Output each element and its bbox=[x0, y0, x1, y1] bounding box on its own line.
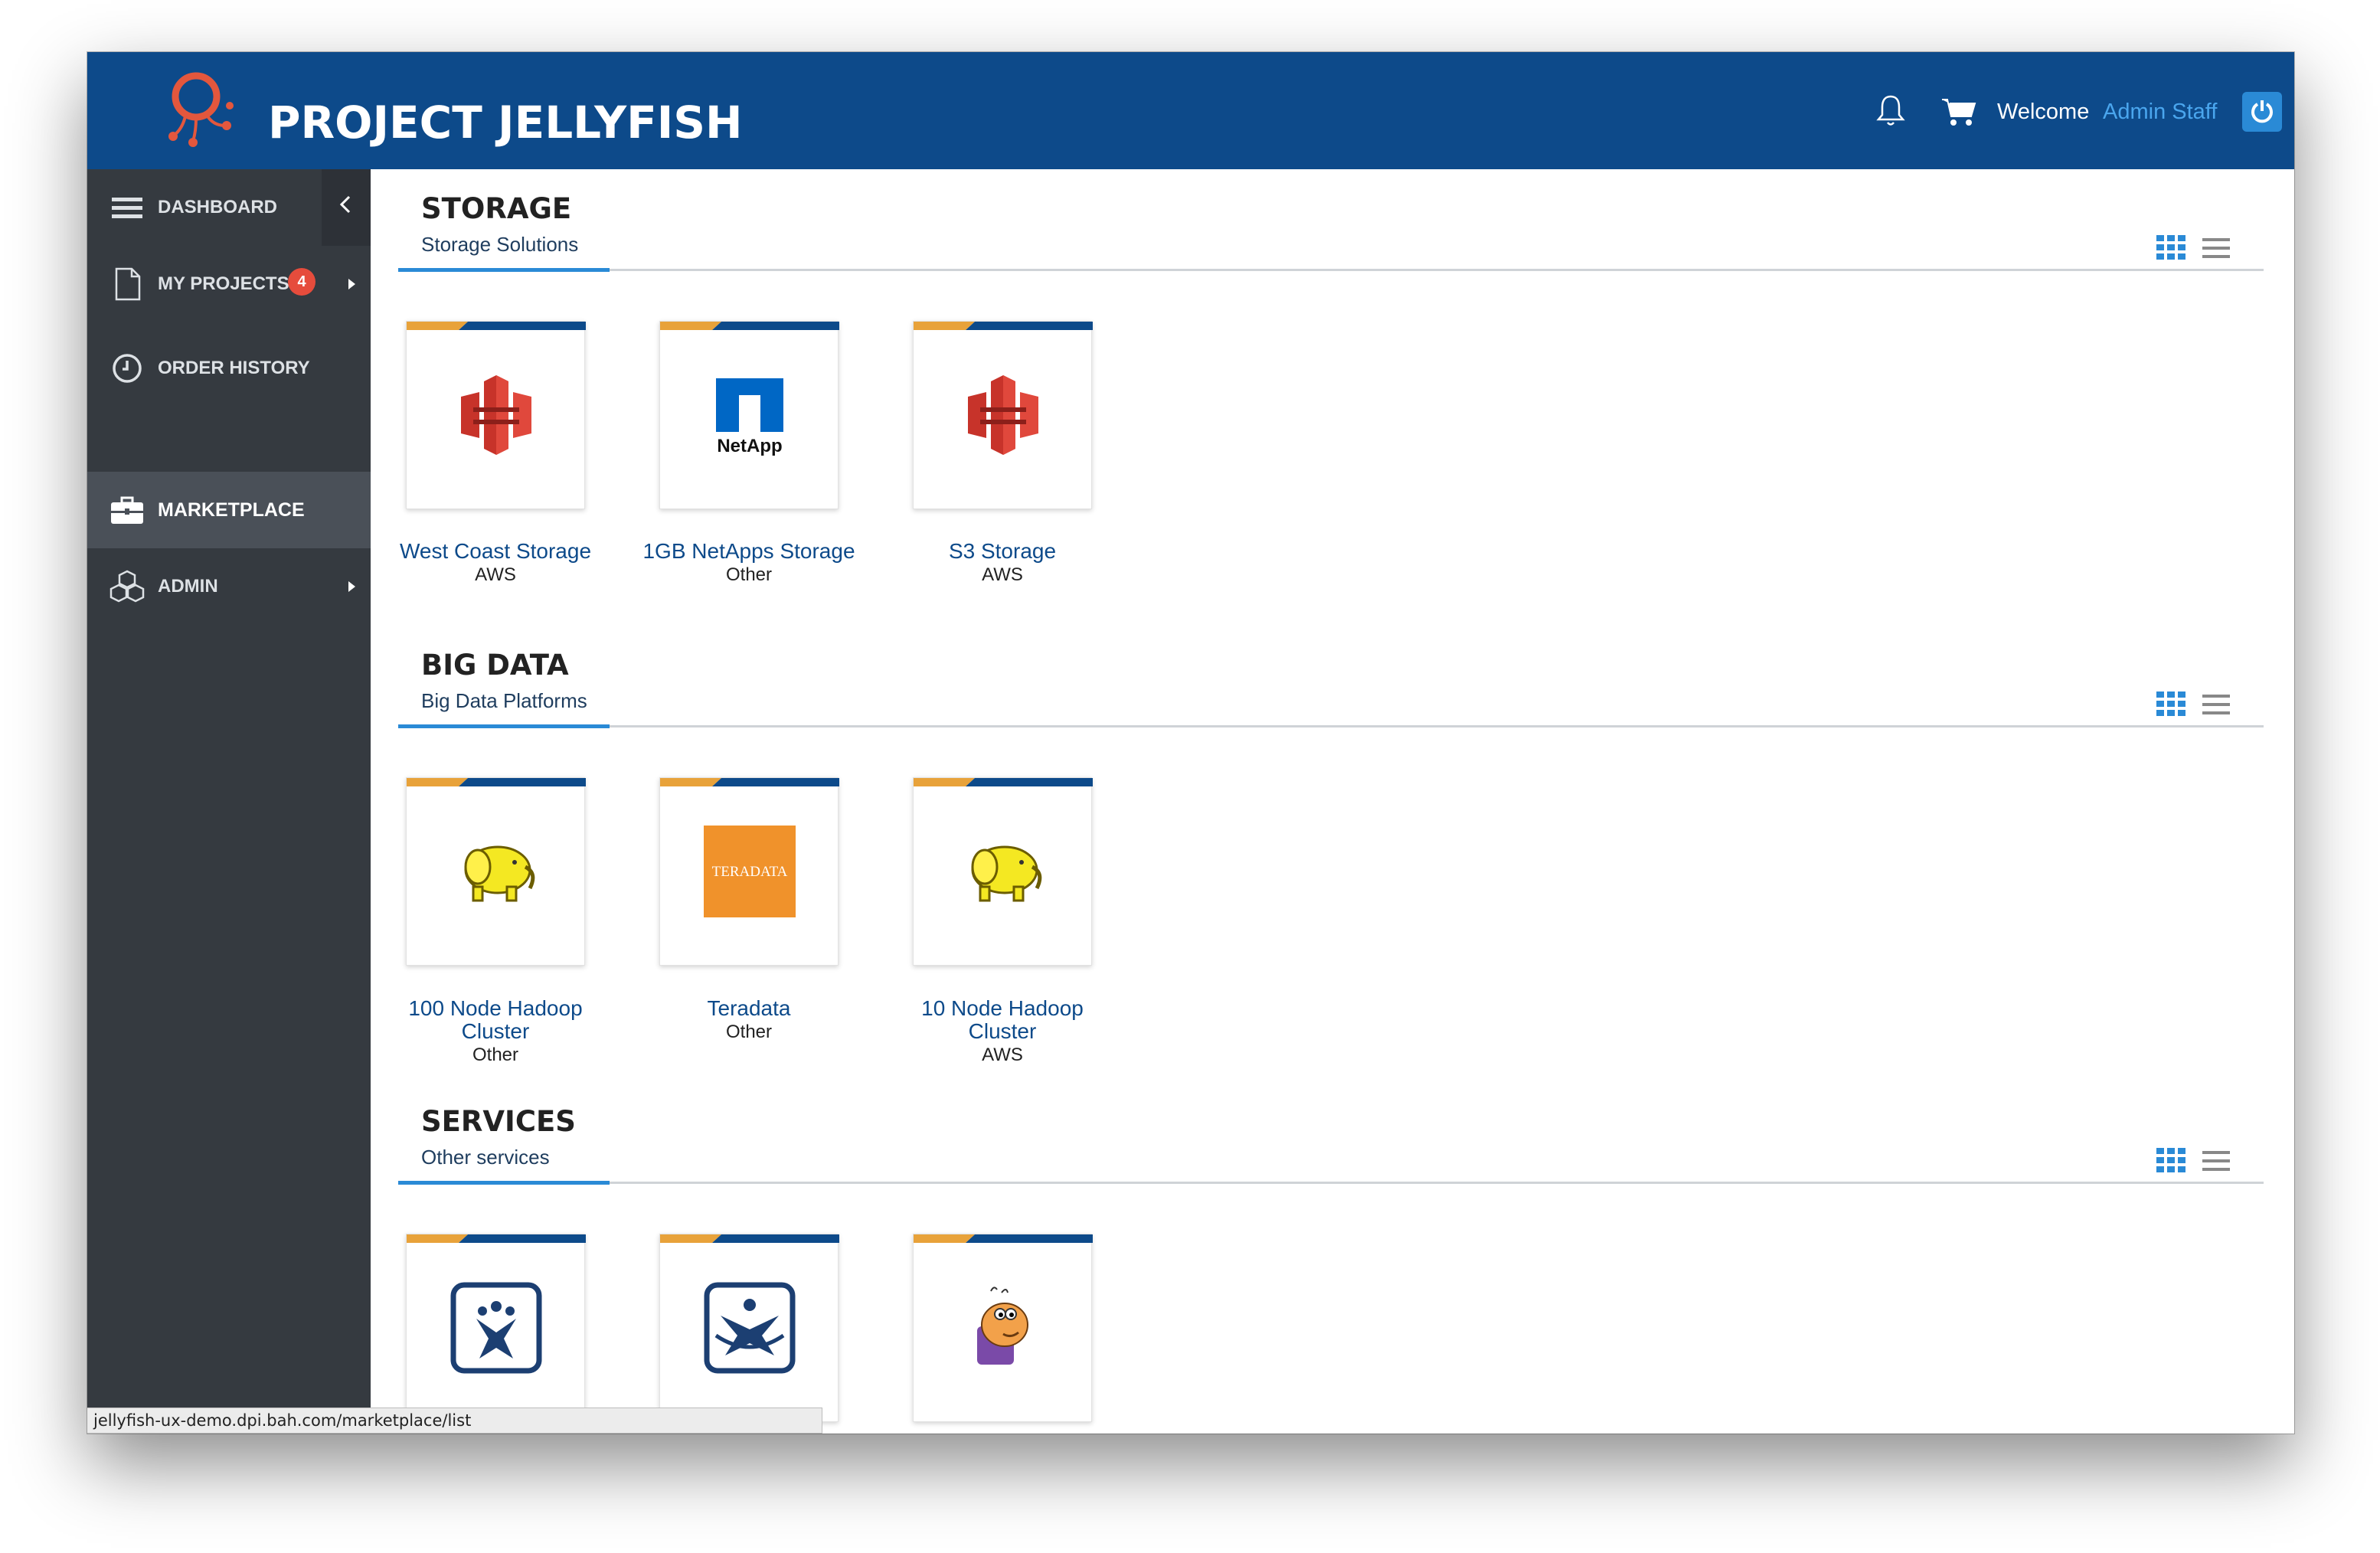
section-divider-accent bbox=[398, 268, 610, 272]
card-top-strip bbox=[914, 778, 1093, 786]
hadoop-elephant-icon bbox=[971, 845, 1042, 902]
section-divider bbox=[398, 269, 2264, 271]
product-name-line: 100 Node Hadoop bbox=[408, 996, 583, 1020]
product-name[interactable]: 10 Node Hadoop Cluster bbox=[876, 997, 1129, 1043]
product-provider: AWS bbox=[475, 564, 516, 585]
confluence-logo bbox=[704, 1282, 796, 1374]
caret-right-icon bbox=[348, 279, 355, 289]
marketplace-content: STORAGE Storage Solutions West Coast Sto… bbox=[371, 169, 2294, 1434]
logout-button[interactable] bbox=[2242, 92, 2282, 132]
notifications-bell-icon[interactable] bbox=[1873, 93, 1908, 129]
power-icon bbox=[2251, 100, 2273, 123]
card-top-strip bbox=[914, 322, 1093, 330]
list-view-icon[interactable] bbox=[2202, 1149, 2230, 1172]
teradata-logo: TERADATA bbox=[704, 826, 796, 917]
sidebar-item-label: DASHBOARD bbox=[158, 197, 277, 217]
menu-icon bbox=[112, 198, 142, 218]
netapp-logo-text: NetApp bbox=[717, 436, 782, 456]
product-card[interactable] bbox=[406, 321, 586, 509]
card-top-strip bbox=[407, 322, 586, 330]
teradata-logo-text: TERADATA bbox=[712, 864, 788, 880]
product-card[interactable]: NetApp bbox=[659, 321, 839, 509]
section-title: BIG DATA bbox=[421, 649, 569, 682]
cubes-icon bbox=[110, 570, 145, 603]
aws-s3-icon bbox=[461, 375, 531, 455]
grid-view-icon[interactable] bbox=[2156, 691, 2187, 716]
sidebar-item-label: MY PROJECTS bbox=[158, 273, 289, 294]
product-card[interactable] bbox=[913, 1234, 1093, 1422]
screenshot-stage: PROJECT JELLYFISH Welcome Admin Staff DA… bbox=[0, 0, 2380, 1553]
section-title: STORAGE bbox=[421, 192, 572, 225]
product-provider: AWS bbox=[982, 564, 1023, 585]
product-name[interactable]: 100 Node Hadoop Cluster bbox=[369, 997, 622, 1043]
aws-s3-icon bbox=[968, 375, 1038, 455]
sidebar-item-label: ORDER HISTORY bbox=[158, 358, 310, 378]
card-top-strip bbox=[660, 778, 839, 786]
browser-status-bar: jellyfish-ux-demo.dpi.bah.com/marketplac… bbox=[87, 1408, 822, 1434]
product-card[interactable] bbox=[913, 777, 1093, 966]
section-subtitle: Big Data Platforms bbox=[421, 689, 587, 712]
hadoop-elephant-icon bbox=[464, 845, 535, 902]
card-top-strip bbox=[407, 778, 586, 786]
top-navbar: PROJECT JELLYFISH Welcome Admin Staff bbox=[87, 52, 2294, 169]
welcome-label: Welcome bbox=[1997, 100, 2090, 124]
sidebar-nav: DASHBOARD MY PROJECTS 4 ORDER HISTORY MA… bbox=[87, 169, 371, 1434]
grid-view-icon[interactable] bbox=[2156, 1148, 2187, 1172]
product-card[interactable] bbox=[406, 1234, 586, 1422]
section-divider bbox=[398, 1182, 2264, 1184]
netapp-logo: NetApp bbox=[716, 378, 783, 456]
product-provider: Other bbox=[725, 1022, 773, 1042]
product-card[interactable] bbox=[659, 1234, 839, 1422]
shopping-cart-icon[interactable] bbox=[1940, 96, 1977, 127]
section-divider bbox=[398, 725, 2264, 727]
product-name[interactable]: Teradata bbox=[623, 997, 875, 1020]
projects-count-badge: 4 bbox=[288, 268, 315, 296]
card-top-strip bbox=[914, 1234, 1093, 1243]
sidebar-item-label: ADMIN bbox=[158, 576, 218, 597]
user-name-link[interactable]: Admin Staff bbox=[2103, 100, 2217, 125]
product-provider: AWS bbox=[982, 1045, 1023, 1065]
product-name-line: 10 Node Hadoop bbox=[921, 996, 1084, 1020]
product-name[interactable]: West Coast Storage bbox=[369, 540, 622, 563]
ant-mascot-icon bbox=[977, 1287, 1028, 1365]
sidebar-item-dashboard[interactable]: DASHBOARD bbox=[87, 169, 371, 246]
chevron-left-icon bbox=[339, 195, 351, 214]
section-title: SERVICES bbox=[421, 1105, 576, 1138]
grid-view-icon[interactable] bbox=[2156, 235, 2187, 260]
product-provider: Other bbox=[725, 564, 773, 585]
section-divider-accent bbox=[398, 724, 610, 728]
product-name[interactable]: 1GB NetApps Storage bbox=[623, 540, 875, 563]
product-provider: Other bbox=[472, 1045, 519, 1065]
jellyfish-logo-icon[interactable] bbox=[162, 66, 254, 158]
caret-right-icon bbox=[348, 581, 355, 592]
briefcase-icon bbox=[111, 496, 143, 524]
card-top-strip bbox=[407, 1234, 586, 1243]
list-view-icon[interactable] bbox=[2202, 237, 2230, 260]
list-view-icon[interactable] bbox=[2202, 693, 2230, 716]
section-subtitle: Storage Solutions bbox=[421, 233, 579, 256]
document-icon bbox=[115, 267, 141, 301]
section-divider-accent bbox=[398, 1181, 610, 1185]
card-top-strip bbox=[660, 322, 839, 330]
sidebar-item-label: MARKETPLACE bbox=[158, 499, 305, 521]
product-card[interactable] bbox=[913, 321, 1093, 509]
sidebar-item-order-history[interactable]: ORDER HISTORY bbox=[87, 330, 371, 407]
section-subtitle: Other services bbox=[421, 1146, 550, 1169]
product-card[interactable]: TERADATA bbox=[659, 777, 839, 966]
product-name-line: Cluster bbox=[461, 1019, 530, 1043]
clock-icon bbox=[113, 354, 142, 383]
sidebar-item-marketplace[interactable]: MARKETPLACE bbox=[87, 472, 371, 548]
product-name-line: Cluster bbox=[968, 1019, 1037, 1043]
sidebar-item-my-projects[interactable]: MY PROJECTS 4 bbox=[87, 246, 371, 322]
browser-window: PROJECT JELLYFISH Welcome Admin Staff DA… bbox=[87, 52, 2294, 1434]
collapse-sidebar-button[interactable] bbox=[322, 169, 371, 246]
card-top-strip bbox=[660, 1234, 839, 1243]
brand-title[interactable]: PROJECT JELLYFISH bbox=[268, 96, 743, 149]
jira-logo bbox=[450, 1282, 542, 1374]
product-card[interactable] bbox=[406, 777, 586, 966]
sidebar-item-admin[interactable]: ADMIN bbox=[87, 548, 371, 625]
product-name[interactable]: S3 Storage bbox=[876, 540, 1129, 563]
